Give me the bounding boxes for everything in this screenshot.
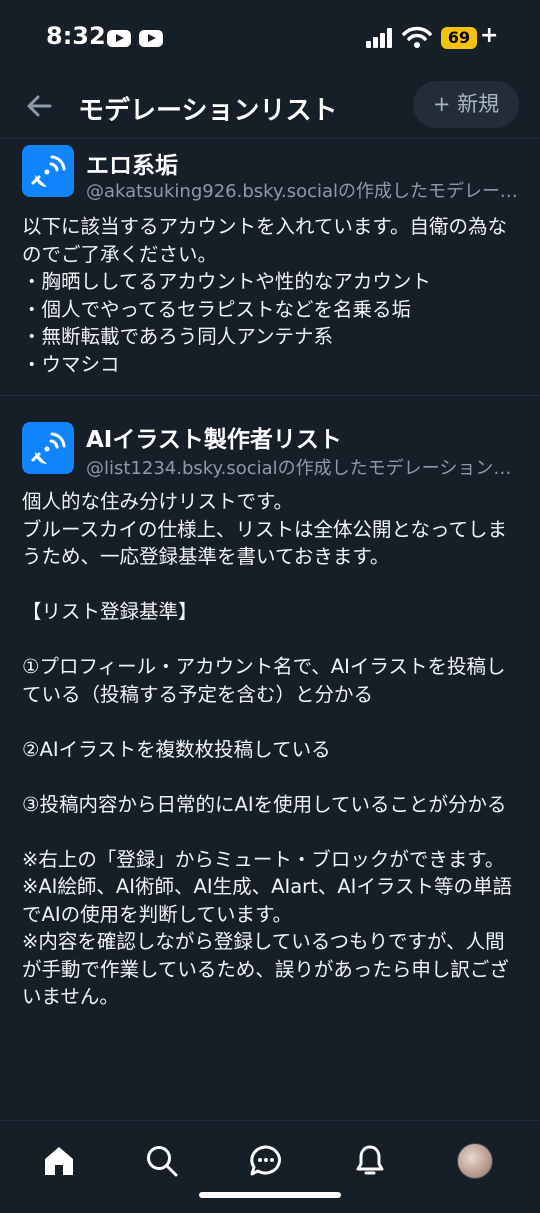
tab-chat[interactable] bbox=[240, 1135, 292, 1187]
back-arrow-icon[interactable] bbox=[20, 86, 60, 126]
satellite-dish-icon bbox=[31, 432, 66, 464]
list-name: エロ系垢 bbox=[86, 153, 178, 179]
page-title: モデレーションリスト bbox=[78, 96, 338, 126]
charging-plus-icon: + bbox=[480, 23, 499, 48]
status-time: 8:32 bbox=[46, 22, 106, 50]
list-byline: @akatsuking926.bsky.socialの作成したモデレーションリス… bbox=[86, 181, 520, 202]
list-item[interactable]: AIイラスト製作者リスト @list1234.bsky.socialの作成したモ… bbox=[0, 396, 540, 1118]
tab-profile[interactable] bbox=[449, 1135, 501, 1187]
chat-icon bbox=[250, 1145, 281, 1176]
cellular-signal-icon bbox=[366, 28, 394, 48]
battery-indicator: 69 bbox=[441, 27, 477, 49]
satellite-dish-icon bbox=[31, 155, 66, 187]
list-item[interactable]: エロ系垢 @akatsuking926.bsky.socialの作成したモデレー… bbox=[0, 139, 540, 396]
list-description: 個人的な住み分けリストです。 ブルースカイの仕様上、リストは全体公開となってしま… bbox=[22, 490, 513, 1008]
status-bar: 8:32 69 + bbox=[0, 0, 540, 78]
tab-home[interactable] bbox=[33, 1135, 85, 1187]
wifi-icon bbox=[402, 26, 432, 48]
home-indicator bbox=[199, 1192, 341, 1198]
list-byline: @list1234.bsky.socialの作成したモデレーションリスト bbox=[86, 458, 520, 479]
header: モデレーションリスト + 新規 bbox=[0, 78, 540, 139]
profile-avatar bbox=[457, 1143, 493, 1179]
youtube-icon bbox=[139, 30, 163, 47]
list-name: AIイラスト製作者リスト bbox=[86, 427, 342, 453]
search-icon bbox=[147, 1146, 178, 1177]
bell-icon bbox=[356, 1145, 384, 1175]
bottom-tab-bar bbox=[0, 1120, 540, 1213]
home-icon bbox=[45, 1147, 73, 1175]
list-avatar bbox=[22, 422, 74, 474]
list-avatar bbox=[22, 145, 74, 197]
youtube-icon bbox=[107, 30, 131, 47]
new-list-button[interactable]: + 新規 bbox=[413, 81, 519, 128]
tab-notifications[interactable] bbox=[344, 1135, 396, 1187]
tab-search[interactable] bbox=[136, 1135, 188, 1187]
list-description: 以下に該当するアカウントを入れています。自衛の為なのでご了承ください。 ・胸晒し… bbox=[22, 215, 507, 376]
